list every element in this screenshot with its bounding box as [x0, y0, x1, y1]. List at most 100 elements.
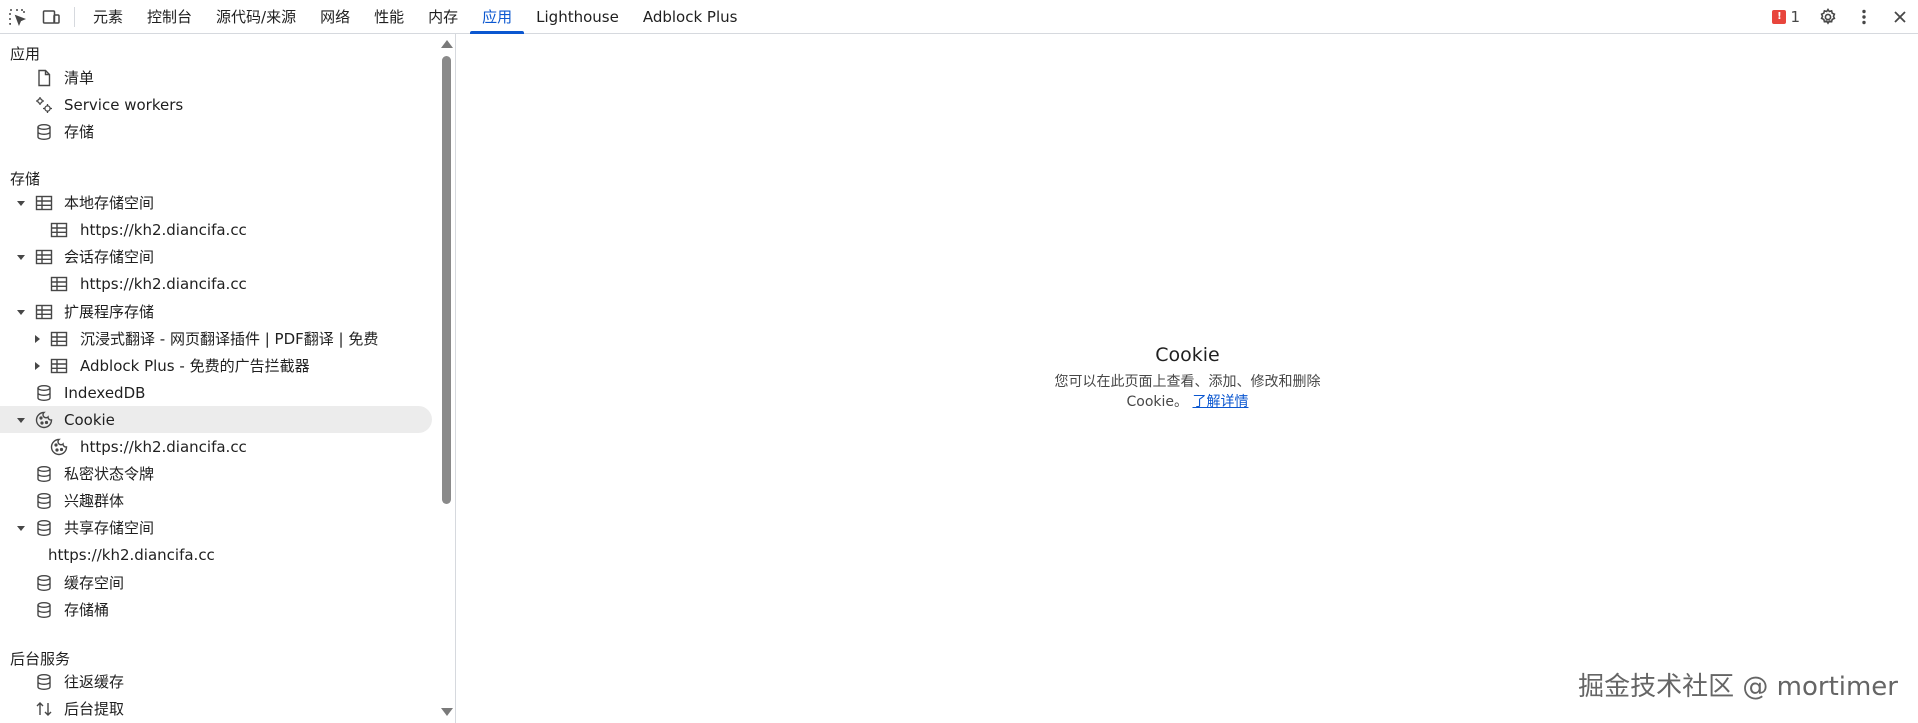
database-icon: [34, 573, 54, 593]
sidebar-item-local-storage[interactable]: 本地存储空间: [0, 189, 432, 216]
empty-state: Cookie 您可以在此页面上查看、添加、修改和删除 Cookie。 了解详情: [457, 344, 1918, 412]
cookie-icon: [49, 437, 69, 457]
sidebar-item-shared-storage[interactable]: 共享存储空间: [0, 514, 432, 541]
collapse-arrow-icon[interactable]: [30, 359, 44, 373]
gears-icon: [34, 95, 54, 115]
sidebar-item-label: 私密状态令牌: [64, 465, 155, 483]
sidebar-item-label: 存储桶: [64, 601, 110, 619]
sidebar-item-storage[interactable]: 存储: [0, 118, 432, 145]
sidebar-item-label: 共享存储空间: [64, 519, 155, 537]
sidebar-item-cookies[interactable]: Cookie: [0, 406, 432, 433]
sidebar-item-label: 沉浸式翻译 - 网页翻译插件 | PDF翻译 | 免费: [80, 330, 379, 348]
tab-memory[interactable]: 内存: [416, 0, 470, 33]
sidebar-item-storage-buckets[interactable]: 存储桶: [0, 596, 432, 623]
expand-arrow-icon[interactable]: [14, 305, 28, 319]
database-icon: [34, 383, 54, 403]
sidebar-item-extension-storage[interactable]: 扩展程序存储: [0, 298, 432, 325]
sidebar-item-label: 会话存储空间: [64, 248, 155, 266]
sidebar-item-manifest[interactable]: 清单: [0, 64, 432, 91]
sidebar-item-label: https://kh2.diancifa.cc: [80, 274, 247, 293]
section-title-background-services: 后台服务: [10, 650, 71, 668]
sidebar-item-label: 缓存空间: [64, 574, 125, 592]
toolbar-right: ! 1: [1762, 0, 1918, 33]
sidebar-item-label: 扩展程序存储: [64, 303, 155, 321]
collapse-arrow-icon[interactable]: [30, 332, 44, 346]
expand-arrow-icon[interactable]: [14, 413, 28, 427]
watermark: 掘金技术社区 @ mortimer: [1578, 672, 1898, 702]
sidebar-item-label: 兴趣群体: [64, 492, 125, 510]
sidebar-item-label: 本地存储空间: [64, 194, 155, 212]
section-title-application: 应用: [10, 45, 41, 63]
settings-gear-icon[interactable]: [1810, 0, 1846, 33]
issue-flag-icon: !: [1772, 9, 1787, 24]
database-icon: [34, 464, 54, 484]
expand-arrow-icon[interactable]: [14, 250, 28, 264]
sidebar-item-label: IndexedDB: [64, 383, 146, 402]
tab-network[interactable]: 网络: [308, 0, 362, 33]
sidebar-item-service-workers[interactable]: Service workers: [0, 91, 432, 118]
tab-console[interactable]: 控制台: [135, 0, 204, 33]
sidebar-item-ext-adblock[interactable]: Adblock Plus - 免费的广告拦截器: [0, 352, 432, 379]
tab-lighthouse[interactable]: Lighthouse: [524, 0, 631, 33]
table-icon: [34, 302, 54, 322]
sidebar-item-cookie-origin[interactable]: https://kh2.diancifa.cc: [0, 433, 432, 460]
tab-performance[interactable]: 性能: [362, 0, 416, 33]
toolbar-divider: [74, 7, 75, 27]
device-toolbar-icon[interactable]: [34, 0, 68, 33]
sidebar-item-session-storage[interactable]: 会话存储空间: [0, 243, 432, 270]
database-icon: [34, 491, 54, 511]
sidebar-item-label: 后台提取: [64, 700, 125, 718]
sidebar-item-label: 往返缓存: [64, 673, 125, 691]
sidebar-scrollbar[interactable]: [438, 34, 454, 723]
application-sidebar: 应用 清单 Service workers 存储 存储 本地存储空间 https…: [0, 34, 456, 723]
up-down-arrows-icon: [34, 699, 54, 719]
issues-button[interactable]: ! 1: [1762, 8, 1810, 26]
sidebar-item-label: Adblock Plus - 免费的广告拦截器: [80, 357, 310, 375]
sidebar-item-background-fetch[interactable]: 后台提取: [0, 695, 432, 722]
sidebar-item-interest-groups[interactable]: 兴趣群体: [0, 487, 432, 514]
table-icon: [49, 220, 69, 240]
sidebar-item-label: https://kh2.diancifa.cc: [80, 220, 247, 239]
expand-arrow-icon[interactable]: [14, 521, 28, 535]
database-icon: [34, 672, 54, 692]
sidebar-item-indexeddb[interactable]: IndexedDB: [0, 379, 432, 406]
sidebar-item-session-storage-origin[interactable]: https://kh2.diancifa.cc: [0, 270, 432, 297]
sidebar-item-local-storage-origin[interactable]: https://kh2.diancifa.cc: [0, 216, 432, 243]
close-icon[interactable]: [1882, 0, 1918, 33]
empty-state-text: 您可以在此页面上查看、添加、修改和删除 Cookie。: [1054, 374, 1321, 410]
cookie-icon: [34, 410, 54, 430]
empty-state-title: Cookie: [1155, 344, 1220, 366]
sidebar-item-label: https://kh2.diancifa.cc: [48, 545, 215, 564]
database-icon: [34, 122, 54, 142]
more-options-icon[interactable]: [1846, 0, 1882, 33]
empty-state-description: 您可以在此页面上查看、添加、修改和删除 Cookie。 了解详情: [1038, 372, 1338, 412]
devtools-toolbar: 元素 控制台 源代码/来源 网络 性能 内存 应用 Lighthouse Adb…: [0, 0, 1918, 34]
sidebar-item-ext-immersive-translate[interactable]: 沉浸式翻译 - 网页翻译插件 | PDF翻译 | 免费: [0, 325, 432, 352]
tab-elements[interactable]: 元素: [81, 0, 135, 33]
sidebar-item-label: https://kh2.diancifa.cc: [80, 437, 247, 456]
tab-application[interactable]: 应用: [470, 0, 525, 34]
sidebar-item-private-state-tokens[interactable]: 私密状态令牌: [0, 460, 432, 487]
table-icon: [49, 329, 69, 349]
database-icon: [34, 600, 54, 620]
database-icon: [34, 518, 54, 538]
tab-adblock-plus[interactable]: Adblock Plus: [631, 0, 750, 33]
cookie-panel: Cookie 您可以在此页面上查看、添加、修改和删除 Cookie。 了解详情: [457, 34, 1918, 723]
tab-sources[interactable]: 源代码/来源: [204, 0, 308, 33]
sidebar-item-bfcache[interactable]: 往返缓存: [0, 668, 432, 695]
scroll-down-arrow-icon[interactable]: [441, 708, 453, 716]
inspect-element-icon[interactable]: [0, 0, 34, 33]
scroll-up-arrow-icon[interactable]: [441, 40, 453, 48]
table-icon: [34, 247, 54, 267]
learn-more-link[interactable]: 了解详情: [1192, 394, 1248, 410]
scrollbar-thumb[interactable]: [442, 56, 451, 504]
sidebar-item-label: Cookie: [64, 410, 115, 429]
table-icon: [49, 274, 69, 294]
sidebar-item-label: 清单: [64, 69, 95, 87]
expand-arrow-icon[interactable]: [14, 196, 28, 210]
sidebar-item-label: Service workers: [64, 95, 184, 114]
sidebar-item-cache-storage[interactable]: 缓存空间: [0, 569, 432, 596]
table-icon: [34, 193, 54, 213]
sidebar-item-shared-storage-origin[interactable]: https://kh2.diancifa.cc: [0, 541, 432, 568]
file-icon: [34, 68, 54, 88]
